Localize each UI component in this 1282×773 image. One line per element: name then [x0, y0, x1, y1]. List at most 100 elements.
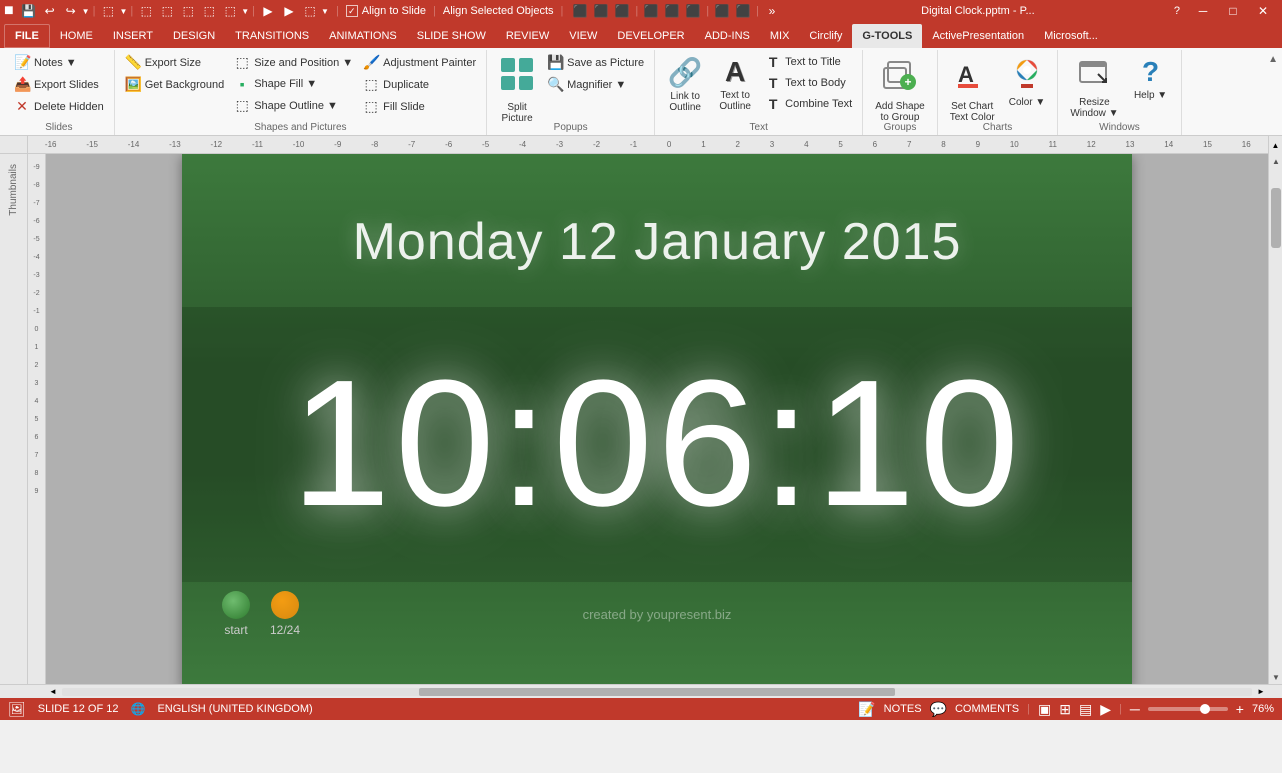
text-title-btn[interactable]: T Text to Title: [761, 52, 856, 72]
add-shape-group-btn[interactable]: + Add Shapeto Group: [869, 52, 931, 120]
more-btn[interactable]: »: [762, 2, 782, 20]
tab-developer[interactable]: DEVELOPER: [607, 24, 694, 48]
align-icon4[interactable]: ⬛: [641, 2, 661, 20]
collapse-ribbon-btn[interactable]: ▲: [1268, 50, 1278, 135]
h-scroll-right[interactable]: ►: [1254, 685, 1268, 699]
tab-addins[interactable]: ADD-INS: [695, 24, 760, 48]
tab-mix[interactable]: MIX: [760, 24, 800, 48]
chart-text-icon: A: [954, 56, 990, 99]
shape-outline-btn[interactable]: ⬚ Shape Outline ▼: [230, 95, 357, 116]
qa-btn2[interactable]: ⬚: [136, 2, 156, 20]
comments-status-label[interactable]: COMMENTS: [955, 703, 1019, 715]
align-icon3[interactable]: ⬛: [612, 2, 632, 20]
ribbon-tabs: FILE HOME INSERT DESIGN TRANSITIONS ANIM…: [0, 22, 1282, 48]
comments-status-icon[interactable]: 💬: [930, 701, 947, 718]
tab-view[interactable]: VIEW: [559, 24, 607, 48]
h-scroll-left[interactable]: ◄: [46, 685, 60, 699]
align-to-slide-check[interactable]: ✓ Align to Slide: [346, 5, 426, 17]
qa-dropdown2[interactable]: ▼: [241, 7, 249, 16]
slide-sorter-btn[interactable]: ⊞: [1059, 701, 1071, 718]
slide-credit: created by youpresent.biz: [182, 607, 1132, 622]
magnifier-btn[interactable]: 🔍 Magnifier ▼: [543, 74, 648, 95]
export-slides-btn[interactable]: 📤 Export Slides: [10, 74, 108, 95]
qa-redo[interactable]: ↪: [61, 2, 81, 20]
scroll-up-btn[interactable]: ▲: [1269, 154, 1282, 168]
qa-btn8[interactable]: ▶: [279, 2, 299, 20]
align-icon1[interactable]: ⬛: [570, 2, 590, 20]
qa-dropdown1[interactable]: ▼: [119, 7, 127, 16]
distribute-icon2[interactable]: ⬛: [733, 2, 753, 20]
qa-btn3[interactable]: ⬚: [157, 2, 177, 20]
notes-status-icon[interactable]: 📝: [858, 701, 875, 718]
slideshow-btn[interactable]: ▶: [1100, 701, 1111, 718]
notes-btn[interactable]: 📝 Notes ▼: [10, 52, 108, 73]
link-outline-btn[interactable]: 🔗 Link toOutline: [661, 52, 709, 120]
text-outline-btn[interactable]: A Text toOutline: [711, 52, 759, 120]
tab-home[interactable]: HOME: [50, 24, 103, 48]
set-chart-text-color-btn[interactable]: A Set ChartText Color: [944, 52, 1001, 120]
tab-review[interactable]: REVIEW: [496, 24, 559, 48]
qa-undo-dropdown[interactable]: ▼: [82, 7, 90, 16]
export-size-btn[interactable]: 📏 Export Size: [121, 52, 229, 73]
tab-file[interactable]: FILE: [4, 24, 50, 48]
notes-status-label[interactable]: NOTES: [884, 703, 922, 715]
zoom-level[interactable]: 76%: [1252, 703, 1274, 715]
qa-btn6[interactable]: ⬚: [220, 2, 240, 20]
split-picture-btn[interactable]: SplitPicture: [493, 52, 541, 120]
align-icon6[interactable]: ⬛: [683, 2, 703, 20]
shape-fill-btn[interactable]: ▪ Shape Fill ▼: [230, 74, 357, 94]
delete-hidden-btn[interactable]: ✕ Delete Hidden: [10, 96, 108, 117]
h-scrollbar[interactable]: ◄ ►: [46, 685, 1268, 698]
tab-animations[interactable]: ANIMATIONS: [319, 24, 407, 48]
h-scroll-track[interactable]: [62, 688, 1252, 696]
scroll-down-btn[interactable]: ▼: [1269, 670, 1282, 684]
qa-btn7[interactable]: ▶: [258, 2, 278, 20]
combine-text-btn[interactable]: T Combine Text: [761, 94, 856, 114]
qa-save[interactable]: 💾: [19, 2, 39, 20]
align-icon5[interactable]: ⬛: [662, 2, 682, 20]
text-body-btn[interactable]: T Text to Body: [761, 73, 856, 93]
scroll-track[interactable]: [1269, 168, 1282, 670]
zoom-slider[interactable]: [1148, 707, 1228, 711]
resize-window-btn[interactable]: ResizeWindow ▼: [1064, 52, 1124, 120]
fill-slide-btn[interactable]: ⬚ Fill Slide: [359, 96, 480, 117]
qa-btn4[interactable]: ⬚: [178, 2, 198, 20]
duplicate-btn[interactable]: ⬚ Duplicate: [359, 74, 480, 95]
tab-gtools[interactable]: G-TOOLS: [852, 24, 922, 48]
maximize-btn[interactable]: □: [1218, 0, 1248, 22]
quick-access-toolbar: ■ 💾 ↩ ↪ ▼ | ⬚ ▼ | ⬚ ⬚ ⬚ ⬚ ⬚ ▼ | ▶ ▶ ⬚ ▼ …: [4, 2, 782, 20]
normal-view-btn[interactable]: ▣: [1038, 701, 1051, 718]
zoom-thumb[interactable]: [1200, 704, 1210, 714]
tab-design[interactable]: DESIGN: [163, 24, 225, 48]
help-btn[interactable]: ?: [1174, 5, 1180, 17]
tab-microsoft[interactable]: Microsoft...: [1034, 24, 1108, 48]
scroll-thumb[interactable]: [1271, 188, 1281, 248]
zoom-in-btn[interactable]: +: [1236, 701, 1244, 717]
qa-btn9[interactable]: ⬚: [300, 2, 320, 20]
slide-area: Monday 12 January 2015 10:06:10 start 12…: [46, 154, 1268, 684]
ribbon-group-popups: SplitPicture 💾 Save as Picture 🔍 Magnifi…: [487, 50, 655, 135]
zoom-out-btn[interactable]: ─: [1130, 701, 1140, 717]
h-scroll-top[interactable]: ▲: [1268, 136, 1282, 154]
align-icon2[interactable]: ⬛: [591, 2, 611, 20]
qa-btn1[interactable]: ⬚: [98, 2, 118, 20]
tab-transitions[interactable]: TRANSITIONS: [225, 24, 319, 48]
tab-circlify[interactable]: Circlify: [799, 24, 852, 48]
tab-slideshow[interactable]: SLIDE SHOW: [407, 24, 496, 48]
help-ribbon-btn[interactable]: ? Help ▼: [1127, 52, 1175, 120]
minimize-btn[interactable]: ─: [1188, 0, 1218, 22]
align-slide-checkbox[interactable]: ✓: [346, 5, 358, 17]
size-position-btn[interactable]: ⬚ Size and Position ▼: [230, 52, 357, 73]
get-background-btn[interactable]: 🖼️ Get Background: [121, 74, 229, 95]
tab-activepresentation[interactable]: ActivePresentation: [922, 24, 1034, 48]
close-btn[interactable]: ✕: [1248, 0, 1278, 22]
color-btn[interactable]: Color ▼: [1003, 52, 1052, 120]
tab-insert[interactable]: INSERT: [103, 24, 163, 48]
save-as-picture-btn[interactable]: 💾 Save as Picture: [543, 52, 648, 73]
reading-view-btn[interactable]: ▤: [1079, 701, 1092, 718]
qa-dropdown3[interactable]: ▼: [321, 7, 329, 16]
distribute-icon1[interactable]: ⬛: [712, 2, 732, 20]
adjustment-painter-btn[interactable]: 🖌️ Adjustment Painter: [359, 52, 480, 73]
qa-undo[interactable]: ↩: [40, 2, 60, 20]
qa-btn5[interactable]: ⬚: [199, 2, 219, 20]
